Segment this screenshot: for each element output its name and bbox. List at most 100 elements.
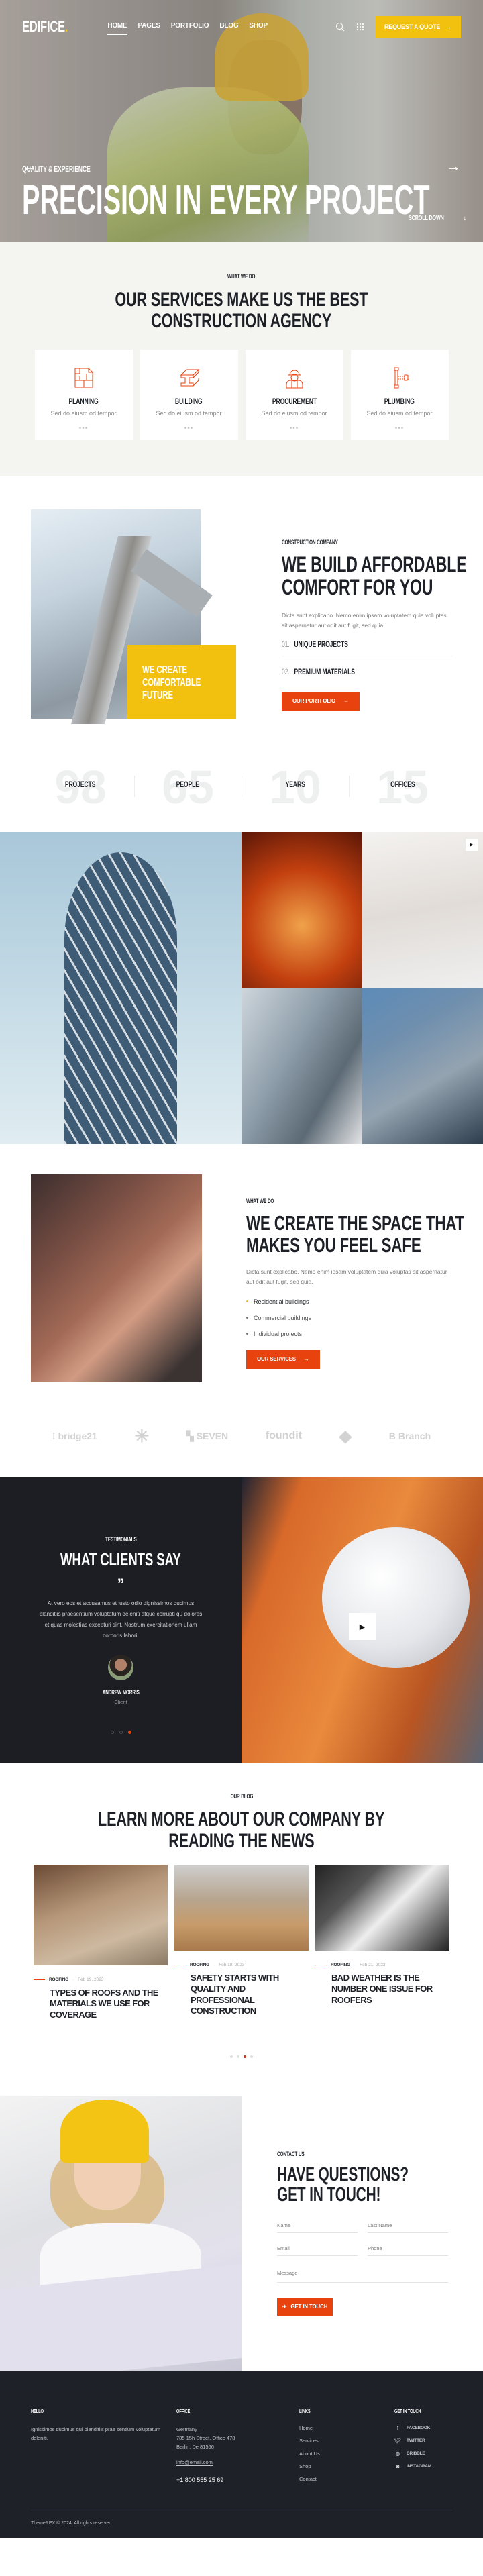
gallery-image-glass-facade[interactable]: [241, 988, 362, 1144]
blog-post[interactable]: Roofing · Feb 19, 2023 Types of roofs and …: [34, 1865, 168, 2020]
more-dots-icon[interactable]: •••: [395, 425, 405, 432]
footer-link-about[interactable]: About Us: [299, 2451, 394, 2457]
dribbble-icon: ◍: [395, 2451, 400, 2457]
pagination-dot[interactable]: [110, 1730, 114, 1734]
pagination-dot-active[interactable]: [244, 2055, 246, 2058]
get-in-touch-button[interactable]: ✈ Get in touch: [277, 2298, 333, 2316]
phone-field[interactable]: [368, 2241, 448, 2257]
list-item: Residential buildings: [246, 1294, 447, 1310]
pagination-dot[interactable]: [119, 1730, 123, 1734]
pagination-dot-active[interactable]: [127, 1730, 131, 1734]
comfort-badge: We create comfortable future: [127, 645, 236, 719]
partner-logo-bridge21[interactable]: ⁞ bridge21: [52, 1431, 97, 1441]
services-eyebrow: What we do: [227, 273, 256, 280]
about-eyebrow: Construction company: [282, 539, 338, 546]
nav-item-home[interactable]: Home: [107, 22, 127, 35]
paper-plane-icon: ✈: [282, 2304, 287, 2310]
next-slide-arrow-icon[interactable]: →: [446, 158, 461, 175]
more-dots-icon[interactable]: •••: [79, 425, 89, 432]
more-dots-icon[interactable]: •••: [184, 425, 194, 432]
footer-link-shop[interactable]: Shop: [299, 2463, 394, 2469]
gallery-image-tower[interactable]: [0, 832, 241, 1144]
our-portfolio-button[interactable]: Our portfolio →: [282, 691, 360, 711]
grid-menu-icon[interactable]: [355, 21, 366, 32]
footer-email-link[interactable]: info@email.com: [176, 2459, 213, 2467]
footer-links: Links Home Services About Us Shop Contac…: [299, 2408, 394, 2489]
post-category[interactable]: Roofing: [331, 1963, 350, 1967]
pagination-dot[interactable]: [230, 2055, 233, 2058]
footer-phone[interactable]: +1 800 555 25 69: [176, 2477, 299, 2483]
services-title: Our services make us the best: [115, 289, 368, 311]
request-quote-button[interactable]: Request a Quote →: [374, 16, 461, 38]
partner-logo-branch[interactable]: B Branch: [389, 1431, 431, 1441]
partner-logo-asterisk[interactable]: ✳: [134, 1426, 149, 1447]
arrow-right-icon: →: [445, 23, 451, 30]
more-dots-icon[interactable]: •••: [290, 425, 299, 432]
footer-link-services[interactable]: Services: [299, 2438, 394, 2444]
gallery-image-curved-tower[interactable]: [362, 988, 483, 1144]
play-video-button[interactable]: ▶: [349, 1613, 376, 1640]
play-icon: ▶: [359, 1622, 366, 1631]
post-title[interactable]: Bad weather is the number one issue for …: [331, 1973, 449, 2006]
bullet-icon: [246, 1300, 248, 1303]
last-name-field[interactable]: [368, 2218, 448, 2234]
name-field[interactable]: [277, 2218, 358, 2234]
post-title[interactable]: Types of roofs and the materials we use …: [50, 1988, 168, 2020]
feature-item: 02. Premium materials: [282, 657, 453, 685]
contact-title: Have questions?: [277, 2164, 409, 2185]
blog-section: Our blog Learn more about our company by…: [0, 1763, 483, 2096]
pagination-dot[interactable]: [237, 2055, 239, 2058]
search-icon[interactable]: [335, 21, 345, 32]
social-instagram[interactable]: ◙ Instagram: [394, 2463, 432, 2469]
play-icon[interactable]: ▶: [466, 839, 478, 851]
feature-list: 01. Unique projects 02. Premium material…: [282, 631, 453, 685]
blog-post[interactable]: Roofing · Feb 21, 2023 Bad weather is the …: [315, 1865, 449, 2020]
facebook-icon: f: [396, 2425, 399, 2431]
logo[interactable]: EDIFICE.: [22, 18, 83, 36]
post-image[interactable]: [34, 1865, 168, 1965]
footer-link-home[interactable]: Home: [299, 2425, 394, 2431]
social-twitter[interactable]: 🐦︎ Twitter: [394, 2438, 431, 2444]
service-card-procurement[interactable]: Procurement Sed do eiusm od tempor •••: [245, 350, 343, 440]
email-field[interactable]: [277, 2241, 358, 2257]
contact-section: Contact us Have questions? Get in touch!…: [0, 2096, 483, 2383]
feature-item: 01. Unique projects: [282, 639, 348, 649]
our-services-button[interactable]: Our services →: [246, 1349, 320, 1369]
nav-item-portfolio[interactable]: Portfolio: [171, 22, 209, 32]
partner-logo-seven[interactable]: ▚ SEVEN: [186, 1431, 228, 1442]
gallery-image-white-architecture[interactable]: ▶: [362, 832, 483, 988]
blog-post[interactable]: Roofing · Feb 18, 2023 Safety starts with …: [174, 1865, 309, 2020]
nav-item-shop[interactable]: Shop: [249, 22, 268, 32]
scroll-down-link[interactable]: Scroll Down ↓: [409, 215, 466, 222]
safe-eyebrow: What we do: [246, 1198, 274, 1204]
asterisk-logo-icon: ✳: [134, 1425, 150, 1446]
service-card-planning[interactable]: Planning Sed do eiusm od tempor •••: [34, 350, 133, 440]
counter-years: 10 Years: [241, 764, 349, 811]
client-name: Andrew Morris: [102, 1688, 140, 1696]
partner-logos: ⁞ bridge21 ✳ ▚ SEVEN foundit ◆ B Branch: [0, 1399, 483, 1473]
partner-logo-foundit[interactable]: foundit: [266, 1430, 302, 1442]
service-card-building[interactable]: Building Sed do eiusm od tempor •••: [140, 350, 238, 440]
blueprint-icon: [74, 368, 93, 388]
social-facebook[interactable]: f Facebook: [394, 2425, 431, 2431]
footer-link-contact[interactable]: Contact: [299, 2476, 394, 2482]
service-card-plumbing[interactable]: Plumbing Sed do eiusm od tempor •••: [350, 350, 449, 440]
social-dribbble[interactable]: ◍ Dribble: [394, 2451, 431, 2457]
nav-item-pages[interactable]: Pages: [138, 22, 160, 32]
pagination-dot[interactable]: [250, 2055, 253, 2058]
post-image[interactable]: [315, 1865, 449, 1951]
post-category[interactable]: Roofing: [190, 1963, 209, 1967]
quote-icon: ”: [117, 1576, 125, 1592]
testimonials-eyebrow: Testimonials: [105, 1536, 137, 1543]
post-image[interactable]: [174, 1865, 309, 1951]
nav-item-blog[interactable]: Blog: [219, 22, 238, 32]
service-cards: Planning Sed do eiusm od tempor ••• Buil…: [0, 350, 483, 440]
message-field[interactable]: [277, 2264, 448, 2283]
hero-eyebrow: Quality & Experience: [22, 164, 91, 174]
seven-logo-icon: ▚: [186, 1430, 194, 1441]
post-category[interactable]: Roofing: [49, 1977, 68, 1982]
post-title[interactable]: Safety starts with quality and professio…: [191, 1973, 309, 2016]
gallery-image-steel-frame[interactable]: [241, 832, 362, 988]
partner-logo-diamond[interactable]: ◆: [339, 1427, 352, 1446]
counter-people: 65 People: [134, 764, 241, 811]
